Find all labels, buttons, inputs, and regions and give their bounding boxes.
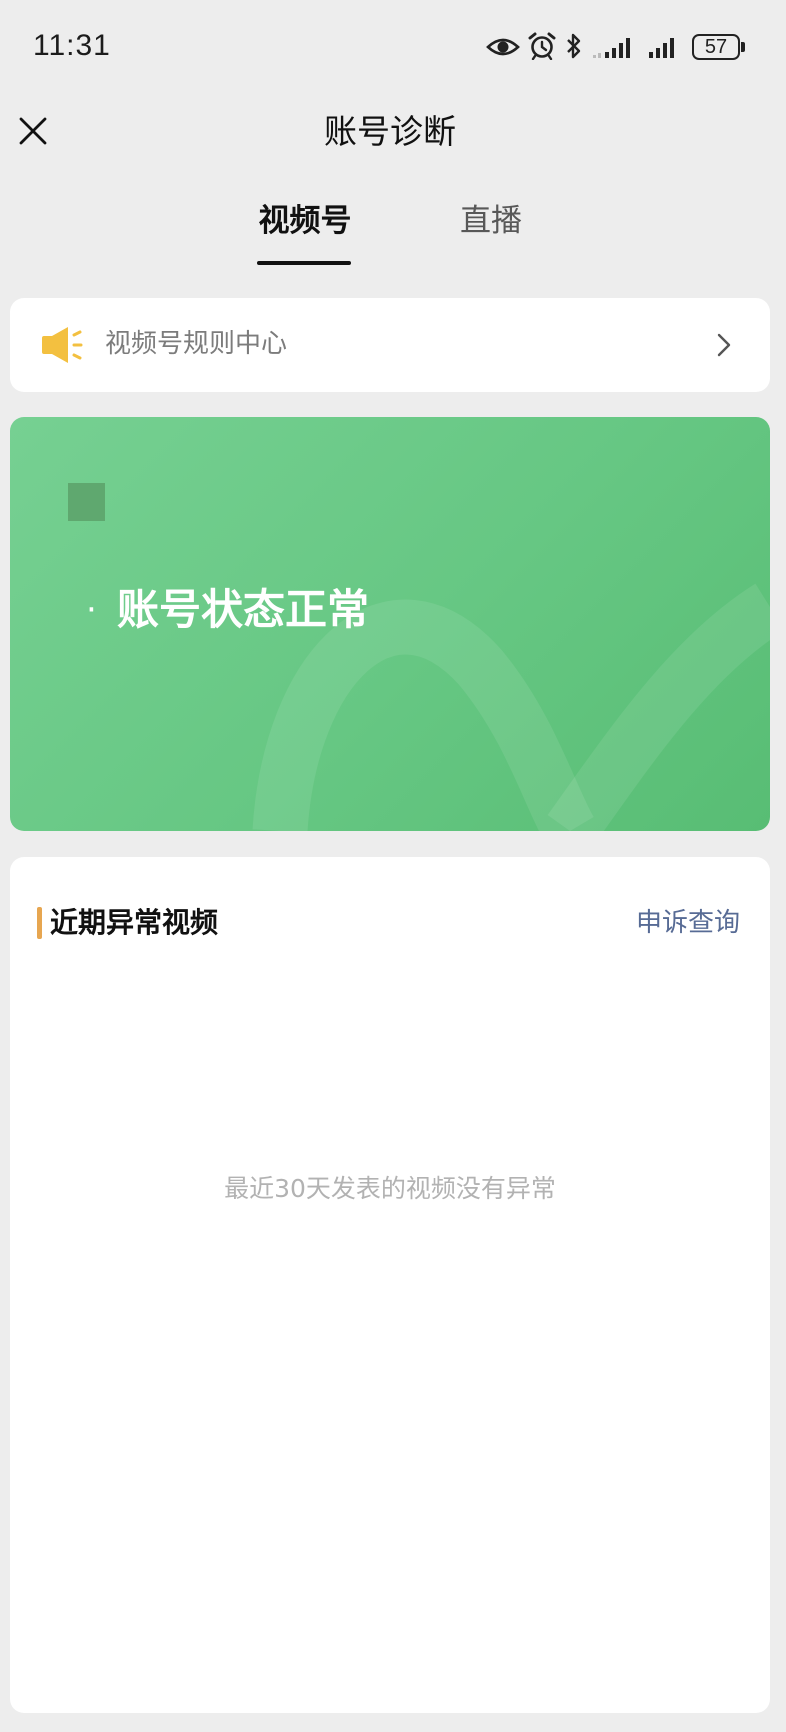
battery-icon: 57 <box>692 34 740 60</box>
empty-state-message: 最近30天发表的视频没有异常 <box>224 1174 556 1203</box>
speaker-icon <box>42 327 83 363</box>
rules-center-label: 视频号规则中心 <box>105 329 288 359</box>
abnormal-videos-section: 近期异常视频 申诉查询 最近30天发表的视频没有异常 <box>10 857 770 1713</box>
close-button[interactable] <box>17 115 49 147</box>
battery-level: 57 <box>704 36 728 58</box>
appeal-query-link[interactable]: 申诉查询 <box>636 905 740 941</box>
status-bullet: · <box>86 590 97 630</box>
section-title: 近期异常视频 <box>50 906 219 939</box>
active-tab-indicator <box>257 261 351 265</box>
tab-channels[interactable]: 视频号 <box>259 201 352 241</box>
chevron-right-icon <box>717 333 731 357</box>
eye-icon <box>486 38 520 56</box>
signal-icon <box>649 38 674 58</box>
bluetooth-icon <box>567 33 581 59</box>
rules-center-entry[interactable]: 视频号规则中心 <box>10 298 770 392</box>
close-icon <box>19 117 47 145</box>
signal-icon <box>593 38 630 58</box>
account-status-text: 账号状态正常 <box>117 585 370 634</box>
tab-live[interactable]: 直播 <box>460 201 522 241</box>
section-accent-bar <box>37 907 42 939</box>
status-time: 11:31 <box>33 29 111 62</box>
account-status-card: · 账号状态正常 <box>10 417 770 831</box>
page-title: 账号诊断 <box>324 112 456 151</box>
battery-nub <box>741 42 745 52</box>
alarm-icon <box>528 32 556 60</box>
avatar <box>68 483 105 521</box>
